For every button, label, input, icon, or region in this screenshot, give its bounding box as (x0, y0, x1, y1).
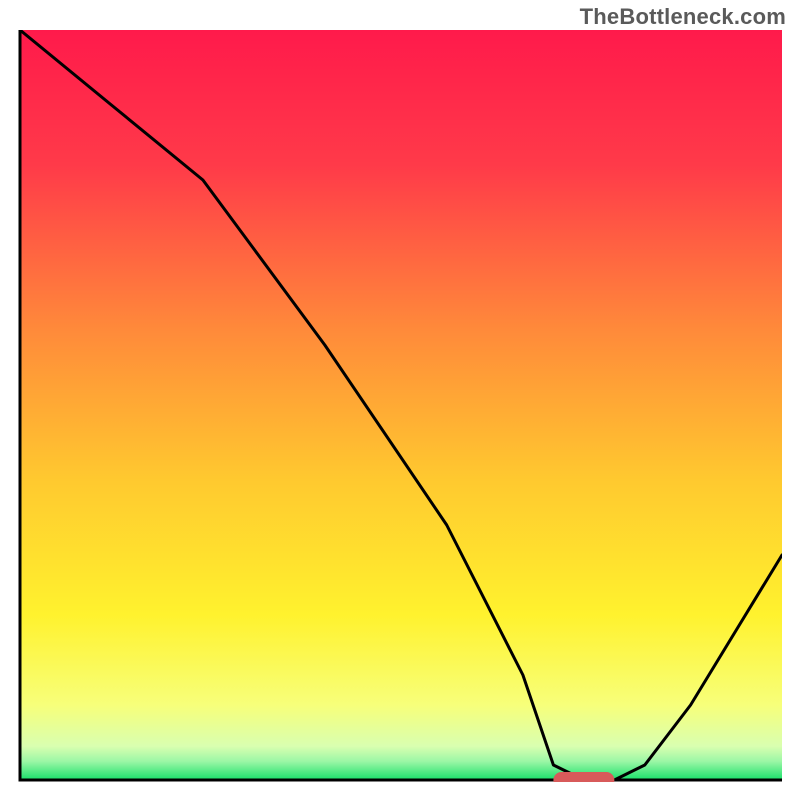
watermark-text: TheBottleneck.com (580, 4, 786, 30)
chart-svg (18, 30, 782, 782)
bottleneck-chart (18, 30, 782, 782)
chart-container: TheBottleneck.com (0, 0, 800, 800)
